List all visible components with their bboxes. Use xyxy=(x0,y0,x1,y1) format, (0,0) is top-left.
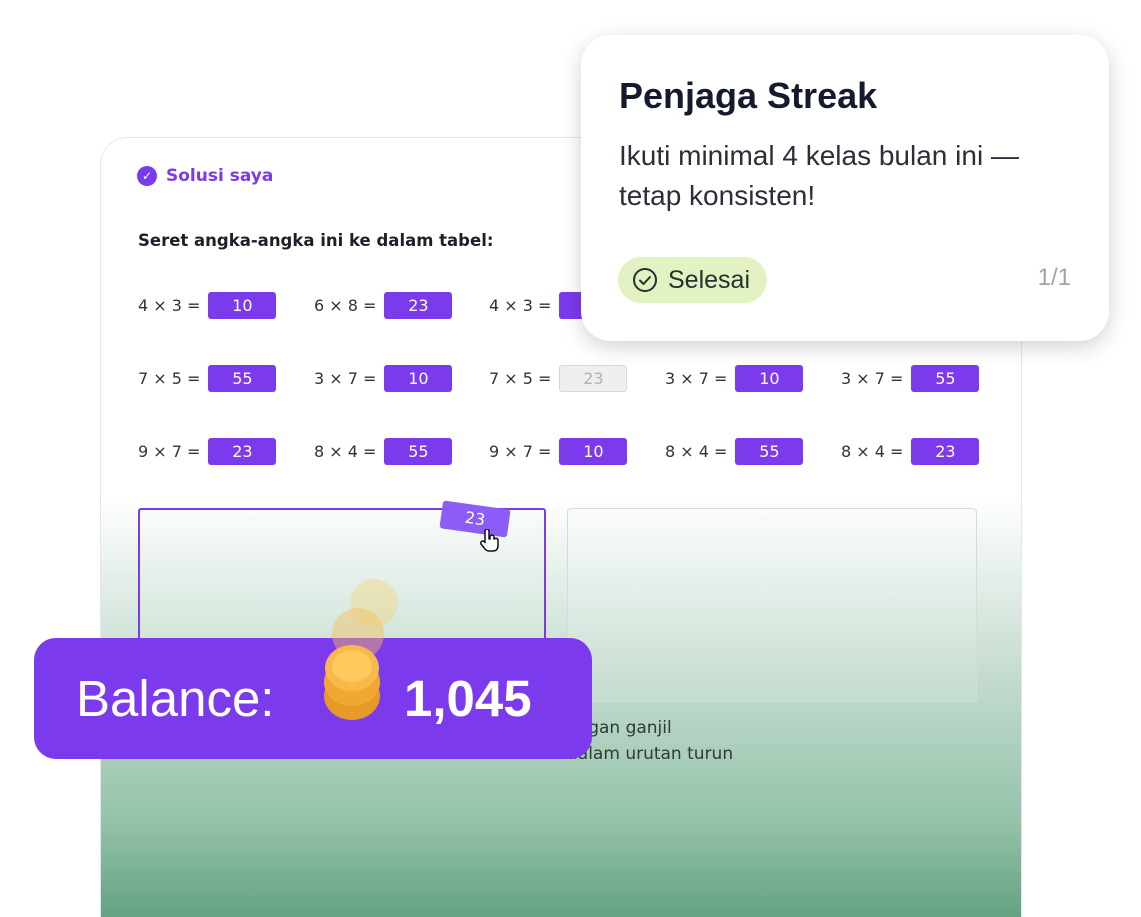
answer-chip[interactable]: 55 xyxy=(735,438,804,465)
answer-chip[interactable]: 10 xyxy=(735,365,804,392)
equation-text: 3 × 7 = xyxy=(314,369,377,388)
equation: 4 × 3 = 10 xyxy=(138,292,277,319)
balance-pill: Balance: 1,045 xyxy=(34,579,592,759)
balance-value: 1,045 xyxy=(404,670,532,727)
equation: 8 × 4 = 55 xyxy=(665,438,804,465)
page-indicator: 1/1 xyxy=(1037,264,1071,291)
balance-label: Balance: xyxy=(76,670,275,727)
equation-text: 4 × 3 = xyxy=(138,296,201,315)
equation-text: 4 × 3 = xyxy=(489,296,552,315)
answer-chip[interactable]: 10 xyxy=(384,365,453,392)
answer-chip[interactable]: 23 xyxy=(911,438,980,465)
equation: 3 × 7 = 10 xyxy=(665,365,804,392)
rule-text-line2: dalam urutan turun xyxy=(567,744,734,764)
hand-cursor-icon xyxy=(480,529,499,552)
equation: 9 × 7 = 10 xyxy=(489,438,628,465)
empty-slot[interactable]: 23 xyxy=(559,365,628,392)
equation-text: 8 × 4 = xyxy=(665,442,728,461)
equation-text: 8 × 4 = xyxy=(841,442,904,461)
solution-header: ✓ Solusi saya xyxy=(137,166,273,186)
popup-title: Penjaga Streak xyxy=(619,75,878,116)
equation-text: 9 × 7 = xyxy=(489,442,552,461)
answer-chip[interactable]: 10 xyxy=(208,292,277,319)
coin-stack-icon xyxy=(324,579,398,720)
equation-text: 8 × 4 = xyxy=(314,442,377,461)
equation: 8 × 4 = 55 xyxy=(314,438,453,465)
answer-chip[interactable]: 23 xyxy=(208,438,277,465)
answer-chip[interactable]: 55 xyxy=(384,438,453,465)
instruction-text: Seret angka-angka ini ke dalam tabel: xyxy=(138,231,494,250)
equation-text: 7 × 5 = xyxy=(489,369,552,388)
equation: 9 × 7 = 23 xyxy=(138,438,277,465)
equation: 8 × 4 = 23 xyxy=(841,438,980,465)
answer-chip[interactable]: 55 xyxy=(208,365,277,392)
equation-text: 7 × 5 = xyxy=(138,369,201,388)
equation: 7 × 5 = 55 xyxy=(138,365,277,392)
equation-text: 3 × 7 = xyxy=(665,369,728,388)
status-label: Selesai xyxy=(668,265,750,294)
popup-body: Ikuti minimal 4 kelas bulan ini — tetap … xyxy=(619,140,1019,211)
answer-chip[interactable]: 55 xyxy=(911,365,980,392)
check-circle-icon xyxy=(633,268,657,292)
drop-zone-right[interactable] xyxy=(567,508,977,702)
equation: 3 × 7 = 55 xyxy=(841,365,980,392)
status-badge: Selesai xyxy=(618,257,767,303)
answer-chip[interactable]: 10 xyxy=(559,438,628,465)
equation-text: 6 × 8 = xyxy=(314,296,377,315)
streak-popup: Penjaga Streak Ikuti minimal 4 kelas bul… xyxy=(581,35,1109,341)
equation: 7 × 5 = 23 xyxy=(489,365,628,392)
equation: 3 × 7 = 10 xyxy=(314,365,453,392)
equation-text: 3 × 7 = xyxy=(841,369,904,388)
answer-chip[interactable]: 23 xyxy=(384,292,453,319)
equation: 6 × 8 = 23 xyxy=(314,292,453,319)
solution-title: Solusi saya xyxy=(166,166,274,186)
equation-text: 9 × 7 = xyxy=(138,442,201,461)
check-circle-icon: ✓ xyxy=(137,166,157,186)
